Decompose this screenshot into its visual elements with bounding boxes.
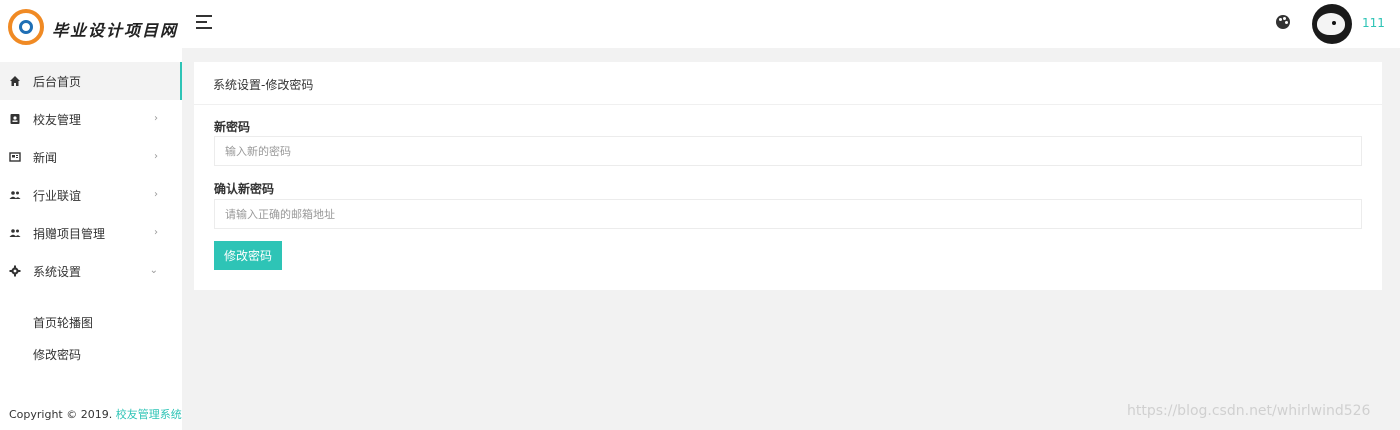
avatar[interactable] — [1312, 4, 1352, 44]
copyright-text: Copyright © 2019. — [9, 408, 113, 421]
new-password-label: 新密码 — [214, 120, 251, 134]
sidebar-item-alumni[interactable]: 校友管理 › — [0, 100, 182, 138]
sidebar-item-label: 系统设置 — [33, 264, 82, 279]
sidebar-item-label: 捐赠项目管理 — [33, 226, 106, 241]
logo[interactable]: 毕业设计项目网 — [0, 0, 182, 54]
news-icon — [9, 151, 21, 163]
sidebar-subitem-change-password[interactable]: 修改密码 — [0, 338, 182, 370]
chevron-right-icon: › — [154, 189, 158, 200]
sidebar-item-industry[interactable]: 行业联谊 › — [0, 176, 182, 214]
gear-icon — [9, 265, 21, 277]
logo-icon — [8, 9, 44, 45]
sidebar-nav: 后台首页 校友管理 › 新闻 › 行业联谊 › 捐赠项目管理 › 系统设置 ⌄ … — [0, 62, 182, 370]
new-password-field[interactable] — [214, 136, 1362, 166]
copyright: Copyright © 2019. 校友管理系统 — [9, 406, 182, 422]
sidebar-item-label: 新闻 — [33, 150, 58, 165]
sidebar-item-news[interactable]: 新闻 › — [0, 138, 182, 176]
confirm-password-field[interactable] — [214, 199, 1362, 229]
chevron-right-icon: › — [154, 227, 158, 238]
logo-text: 毕业设计项目网 — [52, 21, 179, 40]
watermark: https://blog.csdn.net/whirlwind526 — [1127, 403, 1371, 419]
chevron-down-icon: ⌄ — [149, 265, 158, 276]
sidebar-item-donation[interactable]: 捐赠项目管理 › — [0, 214, 182, 252]
sidebar-item-label: 后台首页 — [33, 74, 82, 89]
divider — [194, 104, 1382, 105]
copyright-link[interactable]: 校友管理系统 — [116, 408, 182, 421]
group-icon — [9, 189, 21, 201]
sidebar-item-settings[interactable]: 系统设置 ⌄ — [0, 252, 182, 290]
sidebar-item-dashboard[interactable]: 后台首页 — [0, 62, 182, 100]
confirm-password-label: 确认新密码 — [214, 182, 275, 196]
username[interactable]: 111 — [1362, 16, 1385, 30]
home-icon — [9, 75, 21, 87]
change-password-button[interactable]: 修改密码 — [214, 241, 282, 270]
password-form-card: 系统设置-修改密码 新密码 确认新密码 修改密码 — [194, 62, 1382, 290]
sidebar-item-label: 校友管理 — [33, 112, 82, 127]
menu-toggle-icon[interactable] — [196, 15, 212, 29]
palette-icon[interactable] — [1276, 15, 1290, 29]
chevron-right-icon: › — [154, 113, 158, 124]
chevron-right-icon: › — [154, 151, 158, 162]
sidebar: 毕业设计项目网 后台首页 校友管理 › 新闻 › 行业联谊 › 捐赠项目管理 ›… — [0, 0, 182, 430]
contacts-icon — [9, 113, 21, 125]
top-header: 111 — [182, 0, 1400, 48]
page-title: 系统设置-修改密码 — [213, 78, 314, 92]
group-icon — [9, 227, 21, 239]
sidebar-item-label: 行业联谊 — [33, 188, 82, 203]
sidebar-subitem-carousel[interactable]: 首页轮播图 — [0, 306, 182, 338]
